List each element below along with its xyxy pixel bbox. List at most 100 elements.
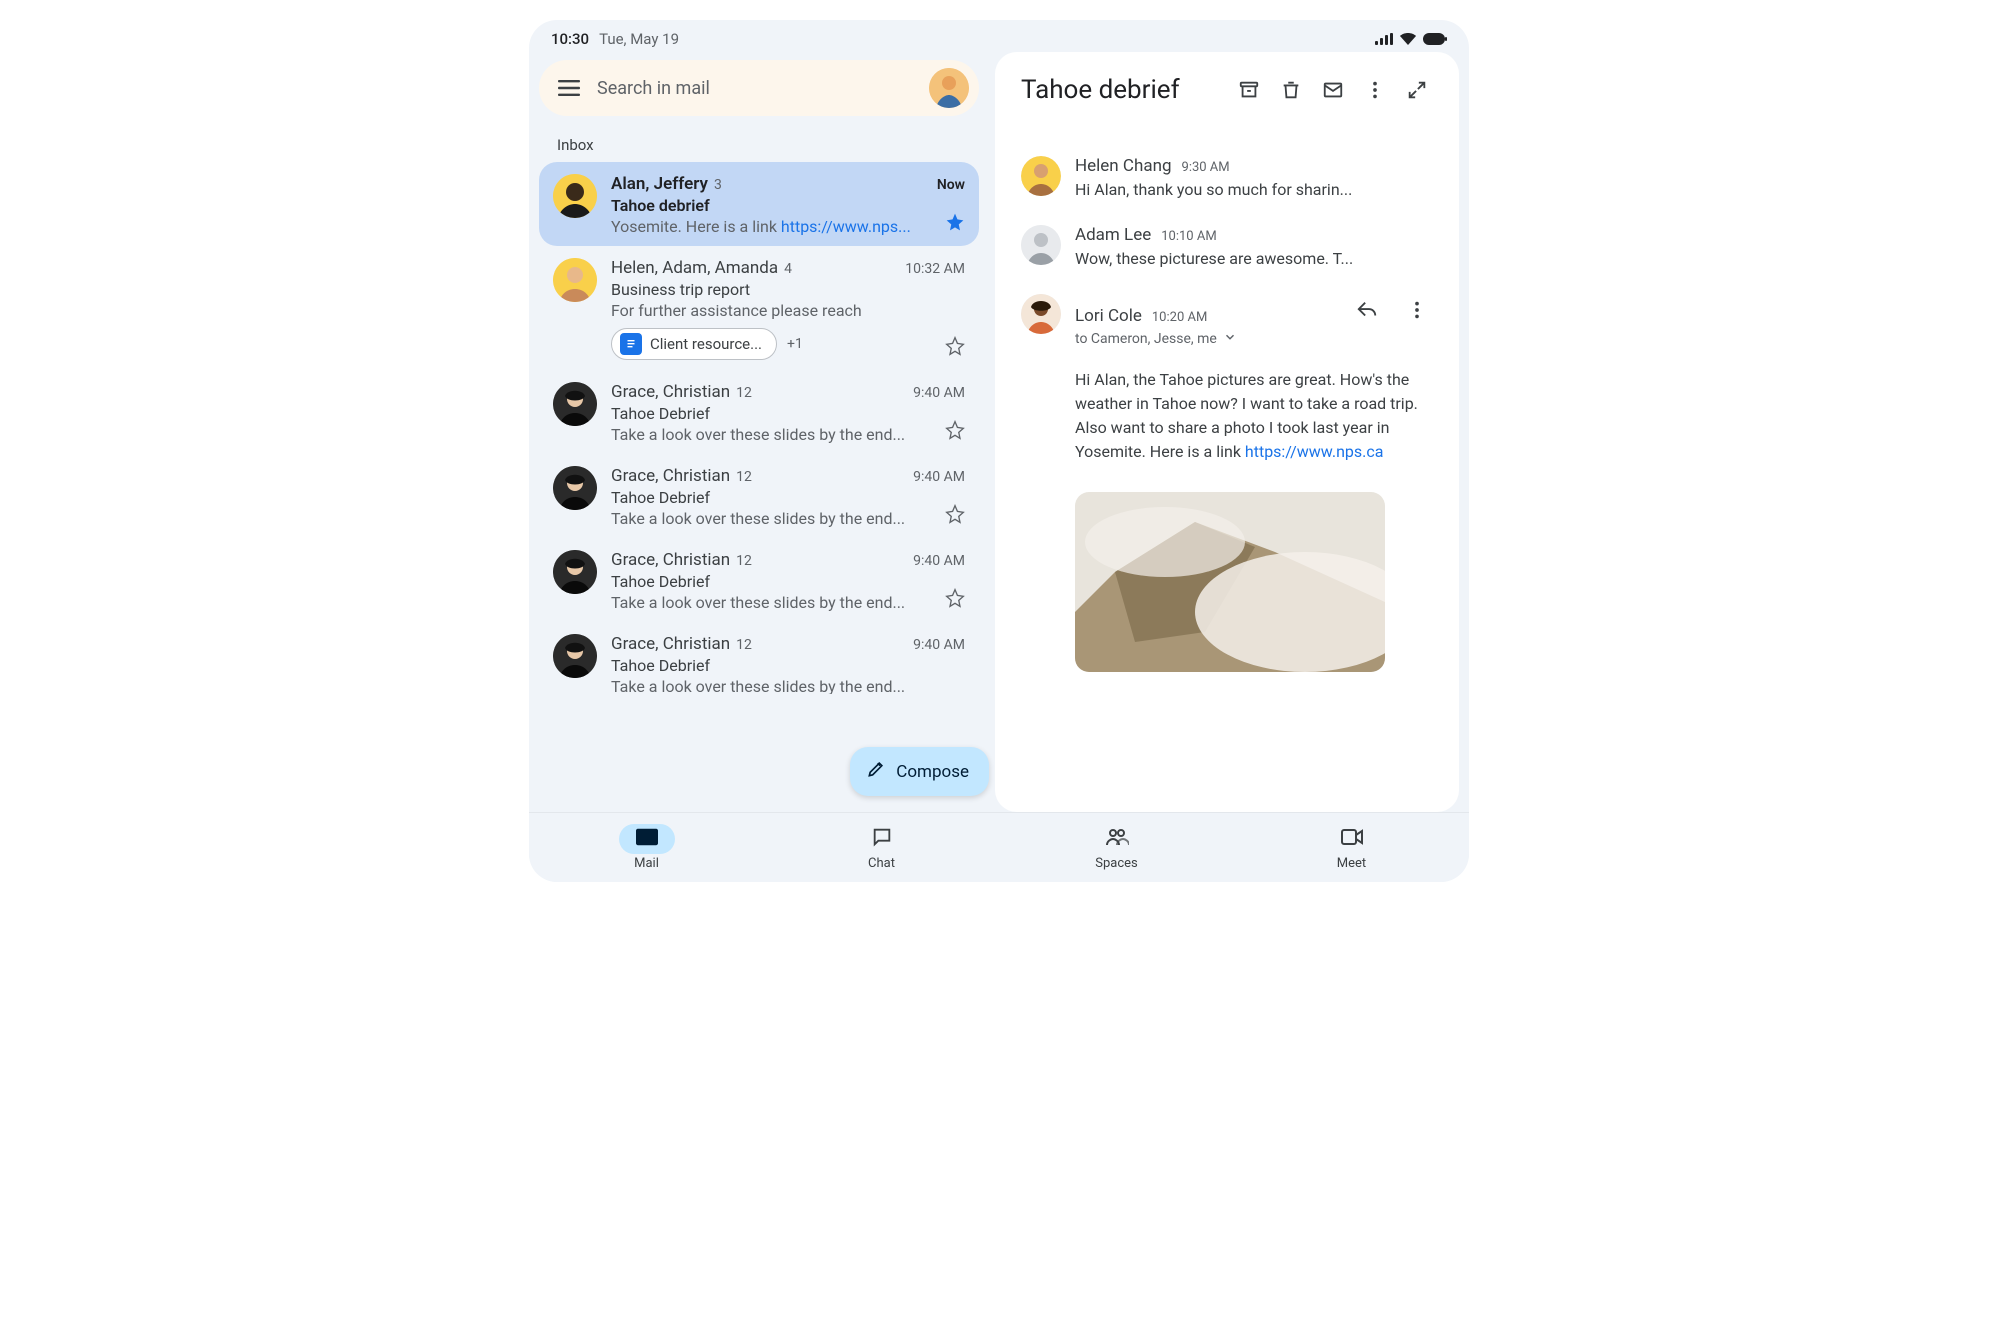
sender-avatar <box>1021 225 1061 265</box>
thread-subject: Tahoe Debrief <box>611 488 965 507</box>
meet-icon <box>1340 828 1364 850</box>
thread-time: 9:40 AM <box>913 385 965 401</box>
battery-icon <box>1423 33 1447 45</box>
star-icon[interactable] <box>945 336 965 360</box>
thread-subject: Business trip report <box>611 280 965 299</box>
sender-avatar <box>553 174 597 218</box>
thread-subject: Tahoe Debrief <box>611 404 965 423</box>
message-time: 10:20 AM <box>1152 310 1207 325</box>
email-subject: Tahoe debrief <box>1021 75 1223 105</box>
reading-pane: Tahoe debrief <box>995 52 1459 812</box>
docs-icon <box>620 333 642 355</box>
thread-count: 12 <box>736 469 752 485</box>
star-icon[interactable] <box>945 212 965 236</box>
mail-thread-item[interactable]: Grace, Christian 12 9:40 AM Tahoe Debrie… <box>539 622 979 694</box>
reply-icon[interactable] <box>1351 294 1383 326</box>
thread-snippet: Take a look over these slides by the end… <box>611 509 965 528</box>
thread-participants: Helen, Adam, Amanda <box>611 258 778 278</box>
thread-snippet: Take a look over these slides by the end… <box>611 425 965 444</box>
nav-tab-spaces[interactable]: Spaces <box>999 813 1234 882</box>
chat-icon <box>871 826 893 852</box>
thread-count: 4 <box>784 261 792 277</box>
message-sender: Adam Lee <box>1075 225 1151 245</box>
wifi-icon <box>1399 32 1417 46</box>
search-bar[interactable]: Search in mail <box>539 60 979 116</box>
chevron-down-icon <box>1223 330 1237 348</box>
compose-button[interactable]: Compose <box>850 747 989 796</box>
pencil-icon <box>866 759 886 784</box>
more-icon[interactable] <box>1401 294 1433 326</box>
sender-avatar <box>553 466 597 510</box>
more-icon[interactable] <box>1359 74 1391 106</box>
attachment-chip[interactable]: Client resource... <box>611 328 777 360</box>
message-item-collapsed[interactable]: Helen Chang 9:30 AM Hi Alan, thank you s… <box>1021 156 1433 199</box>
nav-label: Meet <box>1337 856 1366 871</box>
mail-icon <box>636 828 658 850</box>
message-sender: Helen Chang <box>1075 156 1172 176</box>
thread-participants: Grace, Christian <box>611 550 730 570</box>
message-time: 10:10 AM <box>1161 229 1216 244</box>
star-icon[interactable] <box>945 420 965 444</box>
thread-count: 12 <box>736 553 752 569</box>
thread-snippet: For further assistance please reach <box>611 301 965 320</box>
attachment-image[interactable] <box>1075 492 1385 672</box>
star-icon[interactable] <box>945 588 965 612</box>
message-item-collapsed[interactable]: Adam Lee 10:10 AM Wow, these picturese a… <box>1021 225 1433 268</box>
thread-subject: Tahoe Debrief <box>611 656 965 675</box>
mail-thread-item[interactable]: Grace, Christian 12 9:40 AM Tahoe Debrie… <box>539 538 979 622</box>
message-preview: Wow, these picturese are awesome. T... <box>1075 249 1433 268</box>
nav-label: Spaces <box>1095 856 1138 871</box>
message-recipients[interactable]: to Cameron, Jesse, me <box>1075 330 1433 348</box>
nav-tab-mail[interactable]: Mail <box>529 813 764 882</box>
thread-time: 9:40 AM <box>913 553 965 569</box>
statusbar-time: 10:30 <box>551 30 589 48</box>
nav-label: Mail <box>634 856 659 871</box>
status-bar: 10:30 Tue, May 19 <box>529 20 1469 52</box>
search-placeholder: Search in mail <box>597 78 915 99</box>
spaces-icon <box>1105 827 1129 851</box>
thread-participants: Alan, Jeffery <box>611 174 708 194</box>
thread-snippet: Take a look over these slides by the end… <box>611 677 965 694</box>
sender-avatar <box>1021 294 1061 334</box>
mark-unread-icon[interactable] <box>1317 74 1349 106</box>
expand-icon[interactable] <box>1401 74 1433 106</box>
archive-icon[interactable] <box>1233 74 1265 106</box>
sender-avatar <box>553 550 597 594</box>
sender-avatar <box>553 382 597 426</box>
nav-tab-meet[interactable]: Meet <box>1234 813 1469 882</box>
sender-avatar <box>553 634 597 678</box>
mail-thread-item[interactable]: Grace, Christian 12 9:40 AM Tahoe Debrie… <box>539 454 979 538</box>
link[interactable]: https://www.nps.ca <box>1245 442 1384 461</box>
inbox-section-title: Inbox <box>539 126 979 162</box>
message-body: Hi Alan, the Tahoe pictures are great. H… <box>1075 368 1433 464</box>
delete-icon[interactable] <box>1275 74 1307 106</box>
attachment-more[interactable]: +1 <box>787 336 803 352</box>
nav-label: Chat <box>868 856 895 871</box>
nav-tab-chat[interactable]: Chat <box>764 813 999 882</box>
mail-list-pane: Search in mail Inbox Alan, Jeffery 3 Now <box>539 52 979 812</box>
thread-count: 3 <box>714 177 722 193</box>
thread-time: 9:40 AM <box>913 469 965 485</box>
message-item-expanded: Lori Cole 10:20 AM to Cameron, Jes <box>1021 294 1433 672</box>
thread-count: 12 <box>736 385 752 401</box>
cellular-icon <box>1375 33 1393 45</box>
star-icon[interactable] <box>945 504 965 528</box>
thread-subject: Tahoe debrief <box>611 196 965 215</box>
message-sender: Lori Cole <box>1075 306 1142 326</box>
mail-thread-item[interactable]: Alan, Jeffery 3 Now Tahoe debrief Yosemi… <box>539 162 979 246</box>
sender-avatar <box>1021 156 1061 196</box>
thread-participants: Grace, Christian <box>611 382 730 402</box>
menu-icon[interactable] <box>555 74 583 102</box>
thread-snippet: Take a look over these slides by the end… <box>611 593 965 612</box>
mail-thread-item[interactable]: Grace, Christian 12 9:40 AM Tahoe Debrie… <box>539 370 979 454</box>
thread-time: Now <box>937 177 965 193</box>
thread-participants: Grace, Christian <box>611 634 730 654</box>
app-frame: 10:30 Tue, May 19 Search in mail <box>529 20 1469 882</box>
account-avatar[interactable] <box>929 68 969 108</box>
compose-label: Compose <box>896 762 969 782</box>
mail-thread-item[interactable]: Helen, Adam, Amanda 4 10:32 AM Business … <box>539 246 979 370</box>
bottom-nav: Mail Chat Spaces Meet <box>529 812 1469 882</box>
thread-snippet: Yosemite. Here is a link https://www.nps… <box>611 217 965 236</box>
thread-time: 9:40 AM <box>913 637 965 653</box>
statusbar-date: Tue, May 19 <box>599 30 679 48</box>
